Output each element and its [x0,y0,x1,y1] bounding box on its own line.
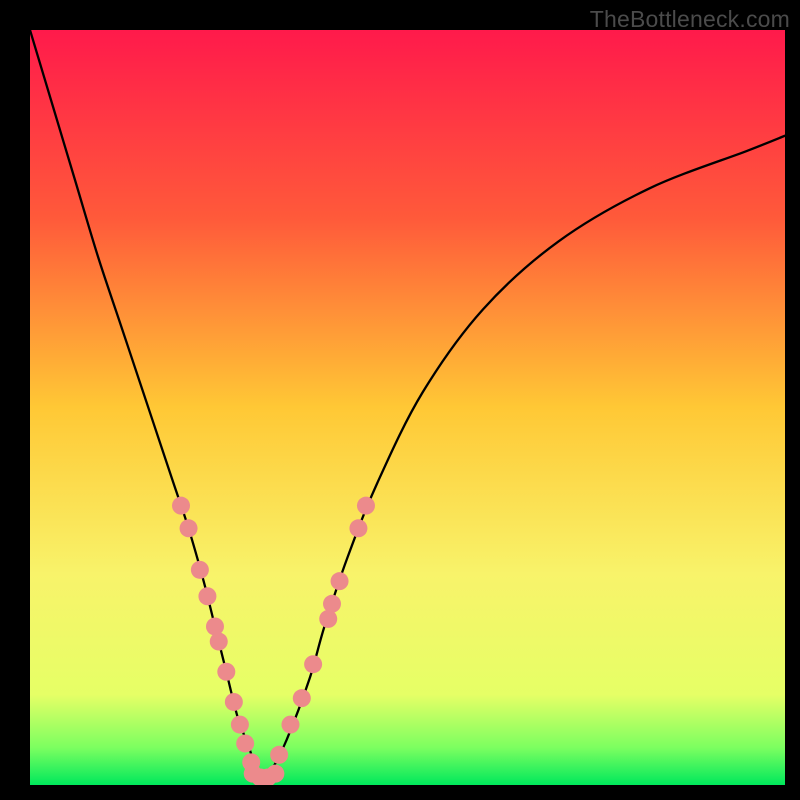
curve-marker [304,655,322,673]
plot-area [30,30,785,785]
curve-marker [172,497,190,515]
curve-marker [293,689,311,707]
curve-marker [331,572,349,590]
curve-marker [191,561,209,579]
gradient-background [30,30,785,785]
curve-marker [270,746,288,764]
curve-marker [210,633,228,651]
curve-marker [231,716,249,734]
curve-marker [225,693,243,711]
curve-marker [236,734,254,752]
curve-marker [266,765,284,783]
curve-marker [349,519,367,537]
curve-marker [357,497,375,515]
chart-frame: TheBottleneck.com [0,0,800,800]
curve-marker [217,663,235,681]
curve-marker [198,587,216,605]
curve-marker [180,519,198,537]
curve-marker [206,617,224,635]
curve-marker [319,610,337,628]
curve-marker [323,595,341,613]
chart-svg [30,30,785,785]
watermark-text: TheBottleneck.com [590,6,790,33]
curve-marker [281,716,299,734]
